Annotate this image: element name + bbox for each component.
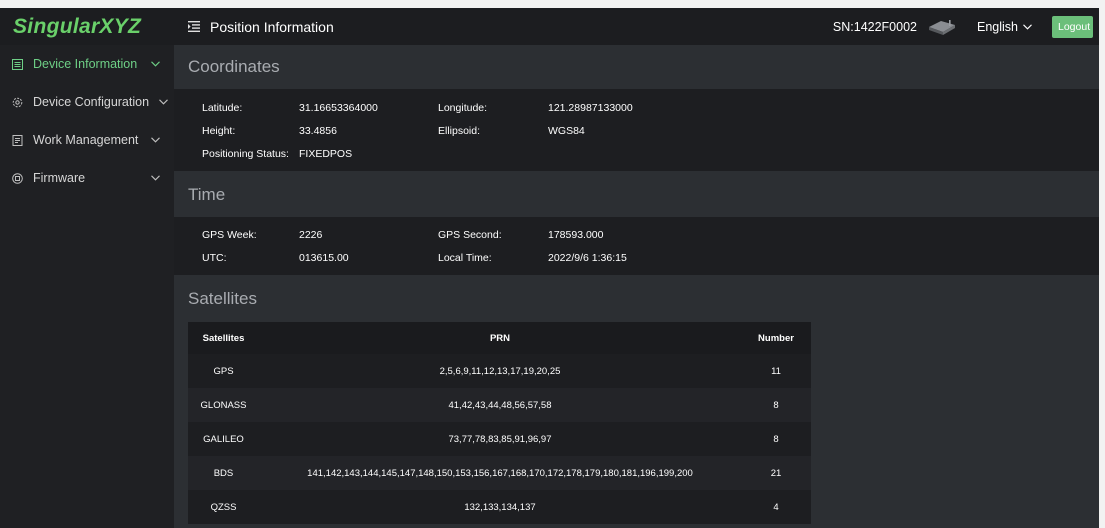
top-right-area: SN:1422F0002 English Logout bbox=[833, 8, 1099, 45]
table-row: GALILEO 73,77,78,83,85,91,96,97 8 bbox=[188, 422, 811, 456]
longitude-label: Longitude: bbox=[438, 102, 488, 114]
latitude-label: Latitude: bbox=[202, 102, 243, 114]
time-panel: GPS Week: 2226 GPS Second: 178593.000 UT… bbox=[174, 217, 1099, 275]
height-value: 33.4856 bbox=[299, 125, 337, 137]
satellite-name: GLONASS bbox=[188, 388, 259, 422]
ellipsoid-value: WGS84 bbox=[548, 125, 585, 137]
coordinates-panel: Latitude: 31.16653364000 Longitude: 121.… bbox=[174, 89, 1099, 171]
satellite-name: BDS bbox=[188, 456, 259, 490]
language-label: English bbox=[977, 19, 1018, 34]
satellite-prn: 41,42,43,44,48,56,57,58 bbox=[259, 388, 741, 422]
column-header-satellites: Satellites bbox=[188, 322, 259, 354]
utc-label: UTC: bbox=[202, 252, 227, 264]
table-row: GPS 2,5,6,9,11,12,13,17,19,20,25 11 bbox=[188, 354, 811, 388]
satellite-prn: 73,77,78,83,85,91,96,97 bbox=[259, 422, 741, 456]
chevron-down-icon bbox=[159, 99, 168, 105]
menu-fold-icon bbox=[188, 21, 200, 32]
language-selector[interactable]: English bbox=[977, 20, 1032, 34]
sidebar: Device Information Device Configuration … bbox=[0, 45, 174, 528]
table-header-row: Satellites PRN Number bbox=[188, 322, 811, 354]
satellite-number: 21 bbox=[741, 456, 811, 490]
serial-number: SN:1422F0002 bbox=[832, 19, 917, 34]
table-row: BDS 141,142,143,144,145,147,148,150,153,… bbox=[188, 456, 811, 490]
chevron-down-icon bbox=[151, 61, 160, 67]
chip-icon bbox=[10, 171, 24, 185]
satellite-prn: 132,133,134,137 bbox=[259, 490, 741, 524]
latitude-value: 31.16653364000 bbox=[299, 102, 378, 114]
positioning-status-value: FIXEDPOS bbox=[299, 148, 353, 160]
satellite-name: QZSS bbox=[188, 490, 259, 524]
chevron-down-icon bbox=[1023, 23, 1032, 30]
satellite-number: 11 bbox=[741, 354, 811, 388]
satellite-name: GPS bbox=[188, 354, 259, 388]
top-bar: SingularXYZ Position Information SN:1422… bbox=[0, 8, 1099, 45]
local-time-value: 2022/9/6 1:36:15 bbox=[548, 252, 627, 264]
sidebar-item-label: Work Management bbox=[33, 133, 139, 147]
logo: SingularXYZ bbox=[13, 14, 142, 38]
satellite-number: 8 bbox=[741, 388, 811, 422]
satellite-number: 8 bbox=[741, 422, 811, 456]
list-icon bbox=[10, 57, 24, 71]
sidebar-item-label: Firmware bbox=[33, 171, 86, 185]
logout-button[interactable]: Logout bbox=[1052, 15, 1093, 38]
ellipsoid-label: Ellipsoid: bbox=[438, 125, 481, 137]
sidebar-item-label: Device Configuration bbox=[33, 95, 150, 109]
table-row: GLONASS 41,42,43,44,48,56,57,58 8 bbox=[188, 388, 811, 422]
satellite-prn: 2,5,6,9,11,12,13,17,19,20,25 bbox=[259, 354, 741, 388]
table-row: QZSS 132,133,134,137 4 bbox=[188, 490, 811, 524]
document-icon bbox=[10, 133, 24, 147]
column-header-number: Number bbox=[741, 322, 811, 354]
satellite-number: 4 bbox=[741, 490, 811, 524]
main-content: Coordinates Latitude: 31.16653364000 Lon… bbox=[174, 45, 1099, 528]
satellite-name: GALILEO bbox=[188, 422, 259, 456]
utc-value: 013615.00 bbox=[299, 252, 349, 264]
menu-toggle-button[interactable] bbox=[188, 21, 200, 32]
sidebar-item-device-information[interactable]: Device Information bbox=[0, 45, 174, 83]
sidebar-item-firmware[interactable]: Firmware bbox=[0, 159, 174, 197]
height-label: Height: bbox=[202, 125, 236, 137]
gps-second-label: GPS Second: bbox=[438, 229, 502, 241]
time-title: Time bbox=[188, 185, 226, 204]
positioning-status-label: Positioning Status: bbox=[202, 148, 289, 160]
chevron-down-icon bbox=[151, 175, 160, 181]
sidebar-item-label: Device Information bbox=[33, 57, 138, 71]
satellite-prn: 141,142,143,144,145,147,148,150,153,156,… bbox=[259, 456, 741, 490]
gps-week-value: 2226 bbox=[299, 229, 323, 241]
satellites-table: Satellites PRN Number GPS 2,5,6,9,11,12,… bbox=[188, 322, 811, 524]
gear-icon bbox=[10, 95, 24, 109]
gps-week-label: GPS Week: bbox=[202, 229, 257, 241]
window-frame-top bbox=[0, 0, 1105, 8]
gps-second-value: 178593.000 bbox=[548, 229, 604, 241]
sidebar-item-work-management[interactable]: Work Management bbox=[0, 121, 174, 159]
sidebar-item-device-configuration[interactable]: Device Configuration bbox=[0, 83, 174, 121]
chevron-down-icon bbox=[151, 137, 160, 143]
column-header-prn: PRN bbox=[259, 322, 741, 354]
local-time-label: Local Time: bbox=[438, 252, 492, 264]
page-title: Position Information bbox=[210, 18, 334, 35]
receiver-device-icon bbox=[929, 19, 955, 35]
satellites-title: Satellites bbox=[188, 289, 257, 308]
coordinates-title: Coordinates bbox=[188, 57, 280, 76]
longitude-value: 121.28987133000 bbox=[548, 102, 633, 114]
window-frame-right bbox=[1099, 0, 1105, 528]
